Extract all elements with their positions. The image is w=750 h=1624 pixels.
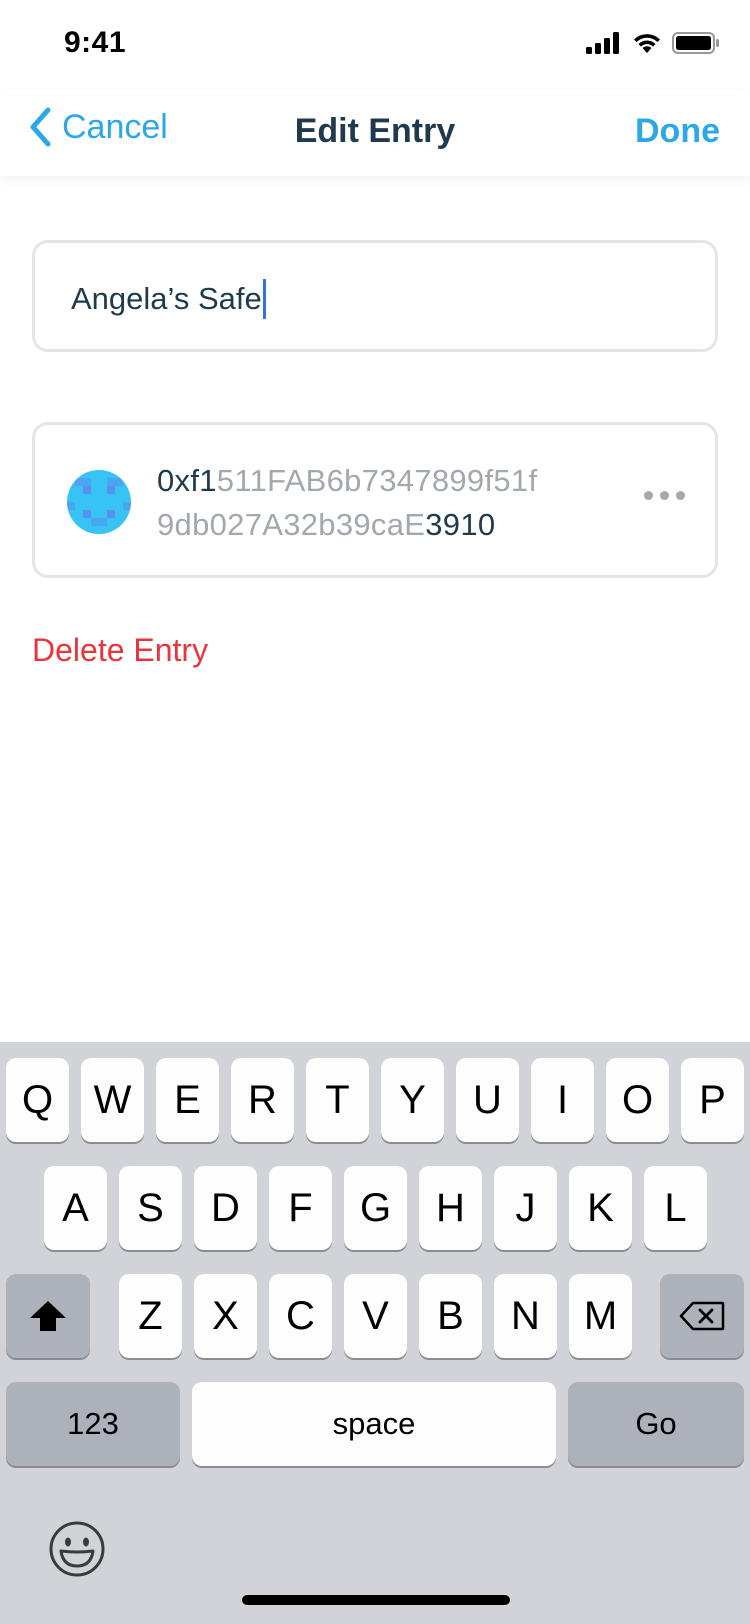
entry-name-input[interactable]: Angela’s Safe [71, 279, 266, 319]
key-x[interactable]: X [194, 1274, 257, 1358]
battery-icon [672, 32, 719, 54]
home-indicator [242, 1595, 510, 1605]
key-z[interactable]: Z [119, 1274, 182, 1358]
go-key[interactable]: Go [568, 1382, 744, 1466]
address-prefix: 0xf1 [157, 463, 217, 498]
wifi-icon [634, 34, 660, 53]
key-w[interactable]: W [81, 1058, 144, 1142]
key-j[interactable]: J [494, 1166, 557, 1250]
status-bar: 9:41 [0, 0, 750, 90]
key-k[interactable]: K [569, 1166, 632, 1250]
address-line-1: 0xf1511FAB6b7347899f51f [157, 459, 537, 503]
space-key[interactable]: space [192, 1382, 556, 1466]
shift-key[interactable] [6, 1274, 90, 1358]
done-button[interactable]: Done [635, 112, 720, 151]
key-e[interactable]: E [156, 1058, 219, 1142]
navigation-bar: Cancel Edit Entry Done [0, 90, 750, 176]
key-v[interactable]: V [344, 1274, 407, 1358]
key-d[interactable]: D [194, 1166, 257, 1250]
more-icon[interactable] [644, 491, 685, 500]
emoji-icon[interactable] [48, 1520, 106, 1578]
address-card: 0xf1511FAB6b7347899f51f 9db027A32b39caE3… [32, 422, 718, 578]
key-a[interactable]: A [44, 1166, 107, 1250]
entry-name-field[interactable]: Angela’s Safe [32, 240, 718, 352]
address-suffix: 3910 [425, 507, 496, 542]
key-i[interactable]: I [531, 1058, 594, 1142]
key-n[interactable]: N [494, 1274, 557, 1358]
key-y[interactable]: Y [381, 1058, 444, 1142]
identicon [67, 470, 131, 534]
key-u[interactable]: U [456, 1058, 519, 1142]
backspace-icon [679, 1301, 725, 1331]
numbers-key[interactable]: 123 [6, 1382, 180, 1466]
shift-icon [30, 1301, 66, 1331]
key-f[interactable]: F [269, 1166, 332, 1250]
key-c[interactable]: C [269, 1274, 332, 1358]
key-p[interactable]: P [681, 1058, 744, 1142]
address-middle-1: 511FAB6b7347899f51f [216, 463, 538, 498]
key-r[interactable]: R [231, 1058, 294, 1142]
entry-name-value: Angela’s Safe [71, 281, 262, 316]
key-l[interactable]: L [644, 1166, 707, 1250]
status-icons [586, 32, 720, 54]
key-h[interactable]: H [419, 1166, 482, 1250]
address-middle-2: 9db027A32b39caE [157, 507, 426, 542]
backspace-key[interactable] [660, 1274, 744, 1358]
delete-entry-button[interactable]: Delete Entry [32, 632, 208, 669]
key-b[interactable]: B [419, 1274, 482, 1358]
key-s[interactable]: S [119, 1166, 182, 1250]
signal-icon [586, 32, 619, 54]
text-cursor [262, 279, 266, 319]
status-time: 9:41 [64, 26, 127, 59]
keyboard: Q W E R T Y U I O P A S D F G H J K L Z … [0, 1042, 750, 1624]
key-m[interactable]: M [569, 1274, 632, 1358]
address-text: 0xf1511FAB6b7347899f51f 9db027A32b39caE3… [157, 459, 537, 547]
address-line-2: 9db027A32b39caE3910 [157, 503, 537, 547]
key-q[interactable]: Q [6, 1058, 69, 1142]
key-g[interactable]: G [344, 1166, 407, 1250]
key-t[interactable]: T [306, 1058, 369, 1142]
key-o[interactable]: O [606, 1058, 669, 1142]
